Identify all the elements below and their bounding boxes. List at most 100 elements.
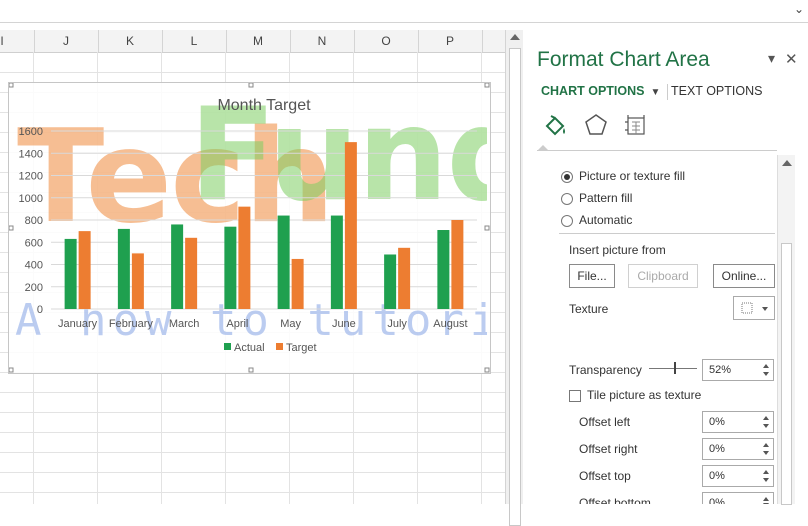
transparency-slider-thumb[interactable] [674,362,676,374]
sheet-gridline [0,452,505,453]
section-caret [537,145,549,151]
bar-actual [437,230,450,309]
sheet-gridline [0,432,505,433]
offset-right-field[interactable]: 0% [702,438,774,460]
offset-top-label: Offset top [579,469,631,483]
pane-scrollbar[interactable] [777,155,795,505]
offset-left-value: 0% [709,416,725,428]
column-header-M[interactable]: M [226,30,291,52]
column-header-I[interactable]: I [0,30,35,52]
scroll-thumb[interactable] [509,48,521,526]
spin-up-icon[interactable] [763,416,769,420]
spin-up-icon[interactable] [763,470,769,474]
tab-dropdown-icon[interactable]: ▼ [650,87,660,98]
y-tick-label: 400 [25,260,43,272]
spin-down-icon[interactable] [763,424,769,428]
pattern-fill-label: Pattern fill [579,191,633,205]
column-header-P[interactable]: P [418,30,483,52]
resize-handle [9,83,14,88]
bar-target [451,220,464,309]
offset-bottom-field[interactable]: 0% [702,492,774,504]
automatic-fill-label: Automatic [579,213,633,227]
column-header-J[interactable]: J [34,30,99,52]
resize-handle [248,367,254,373]
legend-label: Target [286,342,317,354]
y-tick-label: 0 [37,304,43,316]
x-tick-label: June [332,318,356,330]
transparency-slider[interactable] [649,368,697,369]
bar-actual [277,215,290,309]
picture-fill-option[interactable]: Picture or texture fill [561,167,685,185]
offset-left-label: Offset left [579,415,631,429]
x-tick-label: July [387,318,407,330]
automatic-fill-option[interactable]: Automatic [561,211,632,229]
pane-title: Format Chart Area [537,48,710,71]
offset-top-value: 0% [709,470,725,482]
column-header-O[interactable]: O [354,30,419,52]
clipboard-button[interactable]: Clipboard [628,264,698,288]
spin-down-icon[interactable] [763,478,769,482]
bar-actual [117,228,130,309]
radio-button[interactable] [561,170,573,183]
radio-button[interactable] [561,214,573,227]
pentagon-effects-icon[interactable] [583,112,609,138]
tile-checkbox[interactable] [569,389,581,402]
worksheet[interactable]: IJKLMNOP Tech Funda A how to tutorials M… [0,30,505,504]
x-tick-label: April [226,318,248,330]
transparency-field[interactable]: 52% [702,359,774,381]
pane-scroll-up-icon[interactable] [782,160,792,166]
x-tick-label: August [433,318,467,330]
pattern-fill-option[interactable]: Pattern fill [561,189,632,207]
format-pane: Format Chart Area ▾ ✕ CHART OPTIONS ▼ TEX… [523,30,808,505]
column-header-N[interactable]: N [290,30,355,52]
legend-swatch [276,343,283,350]
spin-up-icon[interactable] [763,443,769,447]
y-tick-label: 800 [25,215,43,227]
texture-label: Texture [569,302,609,316]
tab-text-options[interactable]: TEXT OPTIONS [671,84,762,98]
sheet-gridline [0,492,505,493]
bar-actual [384,254,397,309]
bar-target [131,253,144,309]
offset-top-field[interactable]: 0% [702,465,774,487]
spin-down-icon[interactable] [763,372,769,376]
scroll-up-icon[interactable] [510,34,520,40]
formula-bar: ⌄ [0,0,808,23]
tab-separator [667,84,668,100]
offset-left-field[interactable]: 0% [702,411,774,433]
spin-down-icon[interactable] [763,451,769,455]
legend-label: Actual [234,342,265,354]
triangle-down-icon[interactable]: ▾ [768,50,775,67]
bar-target [291,258,304,309]
spin-up-icon[interactable] [763,364,769,368]
column-header-L[interactable]: L [162,30,227,52]
x-tick-label: January [58,318,98,330]
picture-fill-label: Picture or texture fill [579,169,686,183]
texture-dropdown[interactable] [733,296,775,320]
close-icon[interactable]: ✕ [785,50,798,68]
sheet-gridline [0,392,505,393]
sheet-gridline [0,472,505,473]
tab-chart-options-label: CHART OPTIONS [541,84,645,98]
radio-button[interactable] [561,192,573,205]
chevron-down-icon[interactable]: ⌄ [794,2,804,16]
chart-area[interactable]: Tech Funda A how to tutorials Month Targ… [8,82,491,374]
fill-options: Picture or texture fill Pattern fill Aut… [523,155,793,504]
pane-scroll-thumb[interactable] [781,243,792,505]
fill-bucket-icon[interactable] [541,112,569,140]
file-button[interactable]: File... [569,264,615,288]
sheet-scrollbar[interactable] [505,30,523,526]
tab-chart-options[interactable]: CHART OPTIONS ▼ [541,84,660,98]
offset-bottom-value: 0% [709,497,725,504]
online-button[interactable]: Online... [713,264,775,288]
section-separator [559,233,775,234]
column-header-K[interactable]: K [98,30,163,52]
tile-option[interactable]: Tile picture as texture [569,388,701,402]
sheet-gridline [0,412,505,413]
transparency-value: 52% [709,364,732,376]
resize-handle [484,367,490,373]
bar-target [185,237,198,309]
spin-up-icon[interactable] [763,497,769,501]
legend-swatch [224,343,231,350]
size-properties-icon[interactable] [623,112,649,138]
